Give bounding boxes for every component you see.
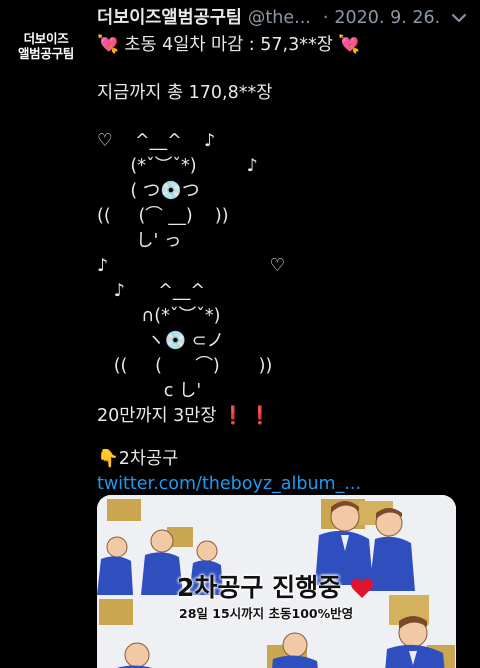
avatar[interactable]: 더보이즈 앨범공구팀 xyxy=(8,8,84,84)
tweet-line-first-day-sales: 💘 초동 4일차 마감 : 57,3**장 💘 xyxy=(97,35,361,55)
ascii-art-line: ♪ ♡ xyxy=(97,256,286,276)
tweet-date[interactable]: 2020. 9. 26. xyxy=(334,8,440,28)
ascii-art-line: ♪ ^__^ xyxy=(97,281,206,301)
tweet-link[interactable]: twitter.com/theboyz_album_... xyxy=(97,471,361,497)
tweet-line-goal: 20만까지 3만장 ❗ ❗ xyxy=(97,406,272,426)
ascii-art-line: (*ˇ︶ˇ*) ♪ xyxy=(97,156,258,176)
ascii-art-line: ( つ💿つ xyxy=(97,181,200,201)
ascii-art-line: ヽ💿 ⊂ノ xyxy=(97,331,225,351)
heart-icon xyxy=(350,577,374,599)
avatar-text-line-1: 더보이즈 xyxy=(23,31,69,46)
ascii-art-line: c し' xyxy=(97,381,202,401)
separator-dot: · xyxy=(322,8,329,28)
chevron-down-icon[interactable] xyxy=(450,10,468,24)
ascii-art-line: ♡ ^__^ ♪ xyxy=(97,131,216,151)
link-preview-card[interactable]: 2차공구 진행중 28일 15시까지 초동100%반영 xyxy=(97,495,456,668)
avatar-text-line-2: 앨범공구팀 xyxy=(17,46,74,61)
card-subtitle: 28일 15시까지 초동100%반영 xyxy=(179,606,354,621)
user-handle[interactable]: @the... xyxy=(248,8,311,28)
ascii-art-line: (( ( ⌒) )) xyxy=(97,356,273,376)
card-title: 2차공구 진행중 xyxy=(177,571,374,605)
tweet-line-total-sales: 지금까지 총 170,8**장 xyxy=(97,83,273,103)
tweet-header: 더보이즈앨범공구팀 @the... · 2020. 9. 26. xyxy=(97,6,440,30)
ascii-art-line: し' っ xyxy=(97,231,182,251)
tweet-line-second-group-buy: 👇2차공구 xyxy=(97,449,179,469)
ascii-art-line: (( (⌒ __) )) xyxy=(97,206,229,226)
ascii-art-line: ∩(*ˇ︶ˇ*) xyxy=(97,306,221,326)
display-name[interactable]: 더보이즈앨범공구팀 xyxy=(97,8,242,28)
